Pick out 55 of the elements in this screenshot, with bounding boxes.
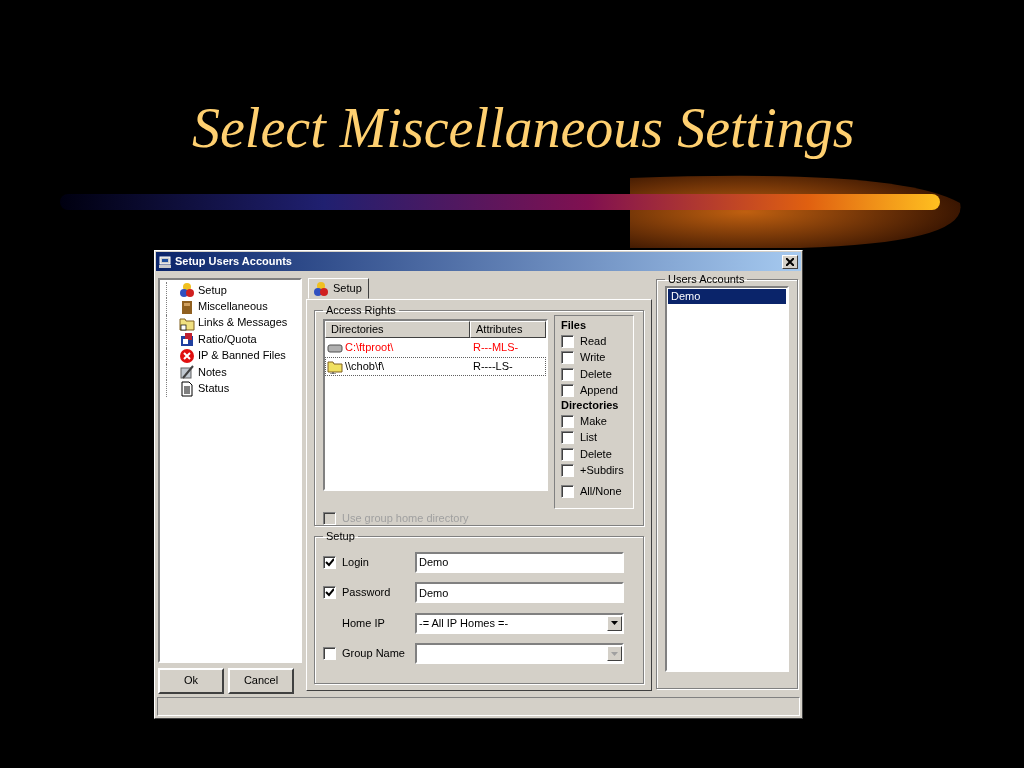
checkbox[interactable]: Login (323, 554, 415, 571)
checkbox[interactable]: Append (561, 382, 633, 400)
tree-item[interactable]: Ratio/Quota (166, 331, 300, 348)
dialog-button[interactable]: Ok (158, 668, 224, 694)
tree-item[interactable]: Links & Messages (166, 314, 300, 332)
pen-icon (179, 364, 195, 381)
dialog-button[interactable]: Cancel (228, 668, 294, 694)
window-title: Setup Users Accounts (175, 254, 293, 269)
group-title: Setup (325, 530, 356, 544)
column-header[interactable]: Attributes (470, 321, 546, 339)
group-title: Users Accounts (667, 273, 746, 287)
list-item[interactable]: Demo (668, 289, 786, 305)
book-icon (179, 298, 195, 315)
tree-item[interactable]: Status (166, 380, 300, 397)
checkbox[interactable]: Delete (561, 446, 633, 463)
group-title: Access Rights (325, 304, 397, 318)
directory-row[interactable]: C:\ftproot\ R---MLS- (325, 338, 546, 358)
dropdown-field[interactable]: -= All IP Homes =- (415, 612, 624, 634)
section-title: Directories (561, 399, 620, 414)
package-icon (179, 331, 195, 348)
close-button[interactable] (782, 254, 798, 269)
checkbox[interactable]: Read (561, 333, 633, 350)
tree-item[interactable]: Setup (166, 282, 300, 299)
close-icon (786, 257, 794, 266)
checkbox[interactable]: +Subdirs (561, 462, 633, 480)
computer-icon (159, 255, 171, 268)
checkbox[interactable]: All/None (561, 483, 633, 500)
dropdown-arrow-icon (611, 621, 618, 626)
stop-icon (179, 347, 195, 364)
slide-title: Select Miscellaneous Settings (191, 96, 856, 161)
section-title: Files (561, 319, 588, 334)
folder-icon (327, 359, 343, 374)
checkbox[interactable]: Group Name (323, 645, 415, 663)
shapes-icon (313, 280, 329, 297)
directory-row[interactable]: \\chob\f\ R----LS- (325, 357, 546, 377)
tree-item[interactable]: IP & Banned Files (166, 347, 300, 364)
checkbox[interactable]: List (561, 429, 633, 447)
checkbox[interactable]: Delete (561, 366, 633, 383)
checkmark-icon (325, 557, 334, 567)
shapes-icon (179, 282, 195, 299)
document-icon (179, 380, 195, 397)
checkbox[interactable]: Make (561, 413, 633, 430)
tree-item[interactable]: Miscellaneous (166, 298, 300, 315)
column-header[interactable]: Directories (325, 321, 470, 339)
tree-item[interactable]: Notes (166, 363, 300, 381)
dropdown-field[interactable] (415, 643, 624, 665)
field-label: Home IP (341, 616, 386, 631)
setup-tab[interactable]: Setup (308, 278, 369, 299)
dropdown-arrow-icon (611, 651, 618, 656)
drive-icon (327, 341, 343, 354)
checkmark-icon (325, 588, 334, 598)
text-field[interactable]: Demo (415, 582, 624, 604)
checkbox[interactable]: Password (323, 584, 415, 602)
text-field[interactable]: Demo (415, 551, 624, 573)
checkbox[interactable]: Write (561, 349, 633, 367)
